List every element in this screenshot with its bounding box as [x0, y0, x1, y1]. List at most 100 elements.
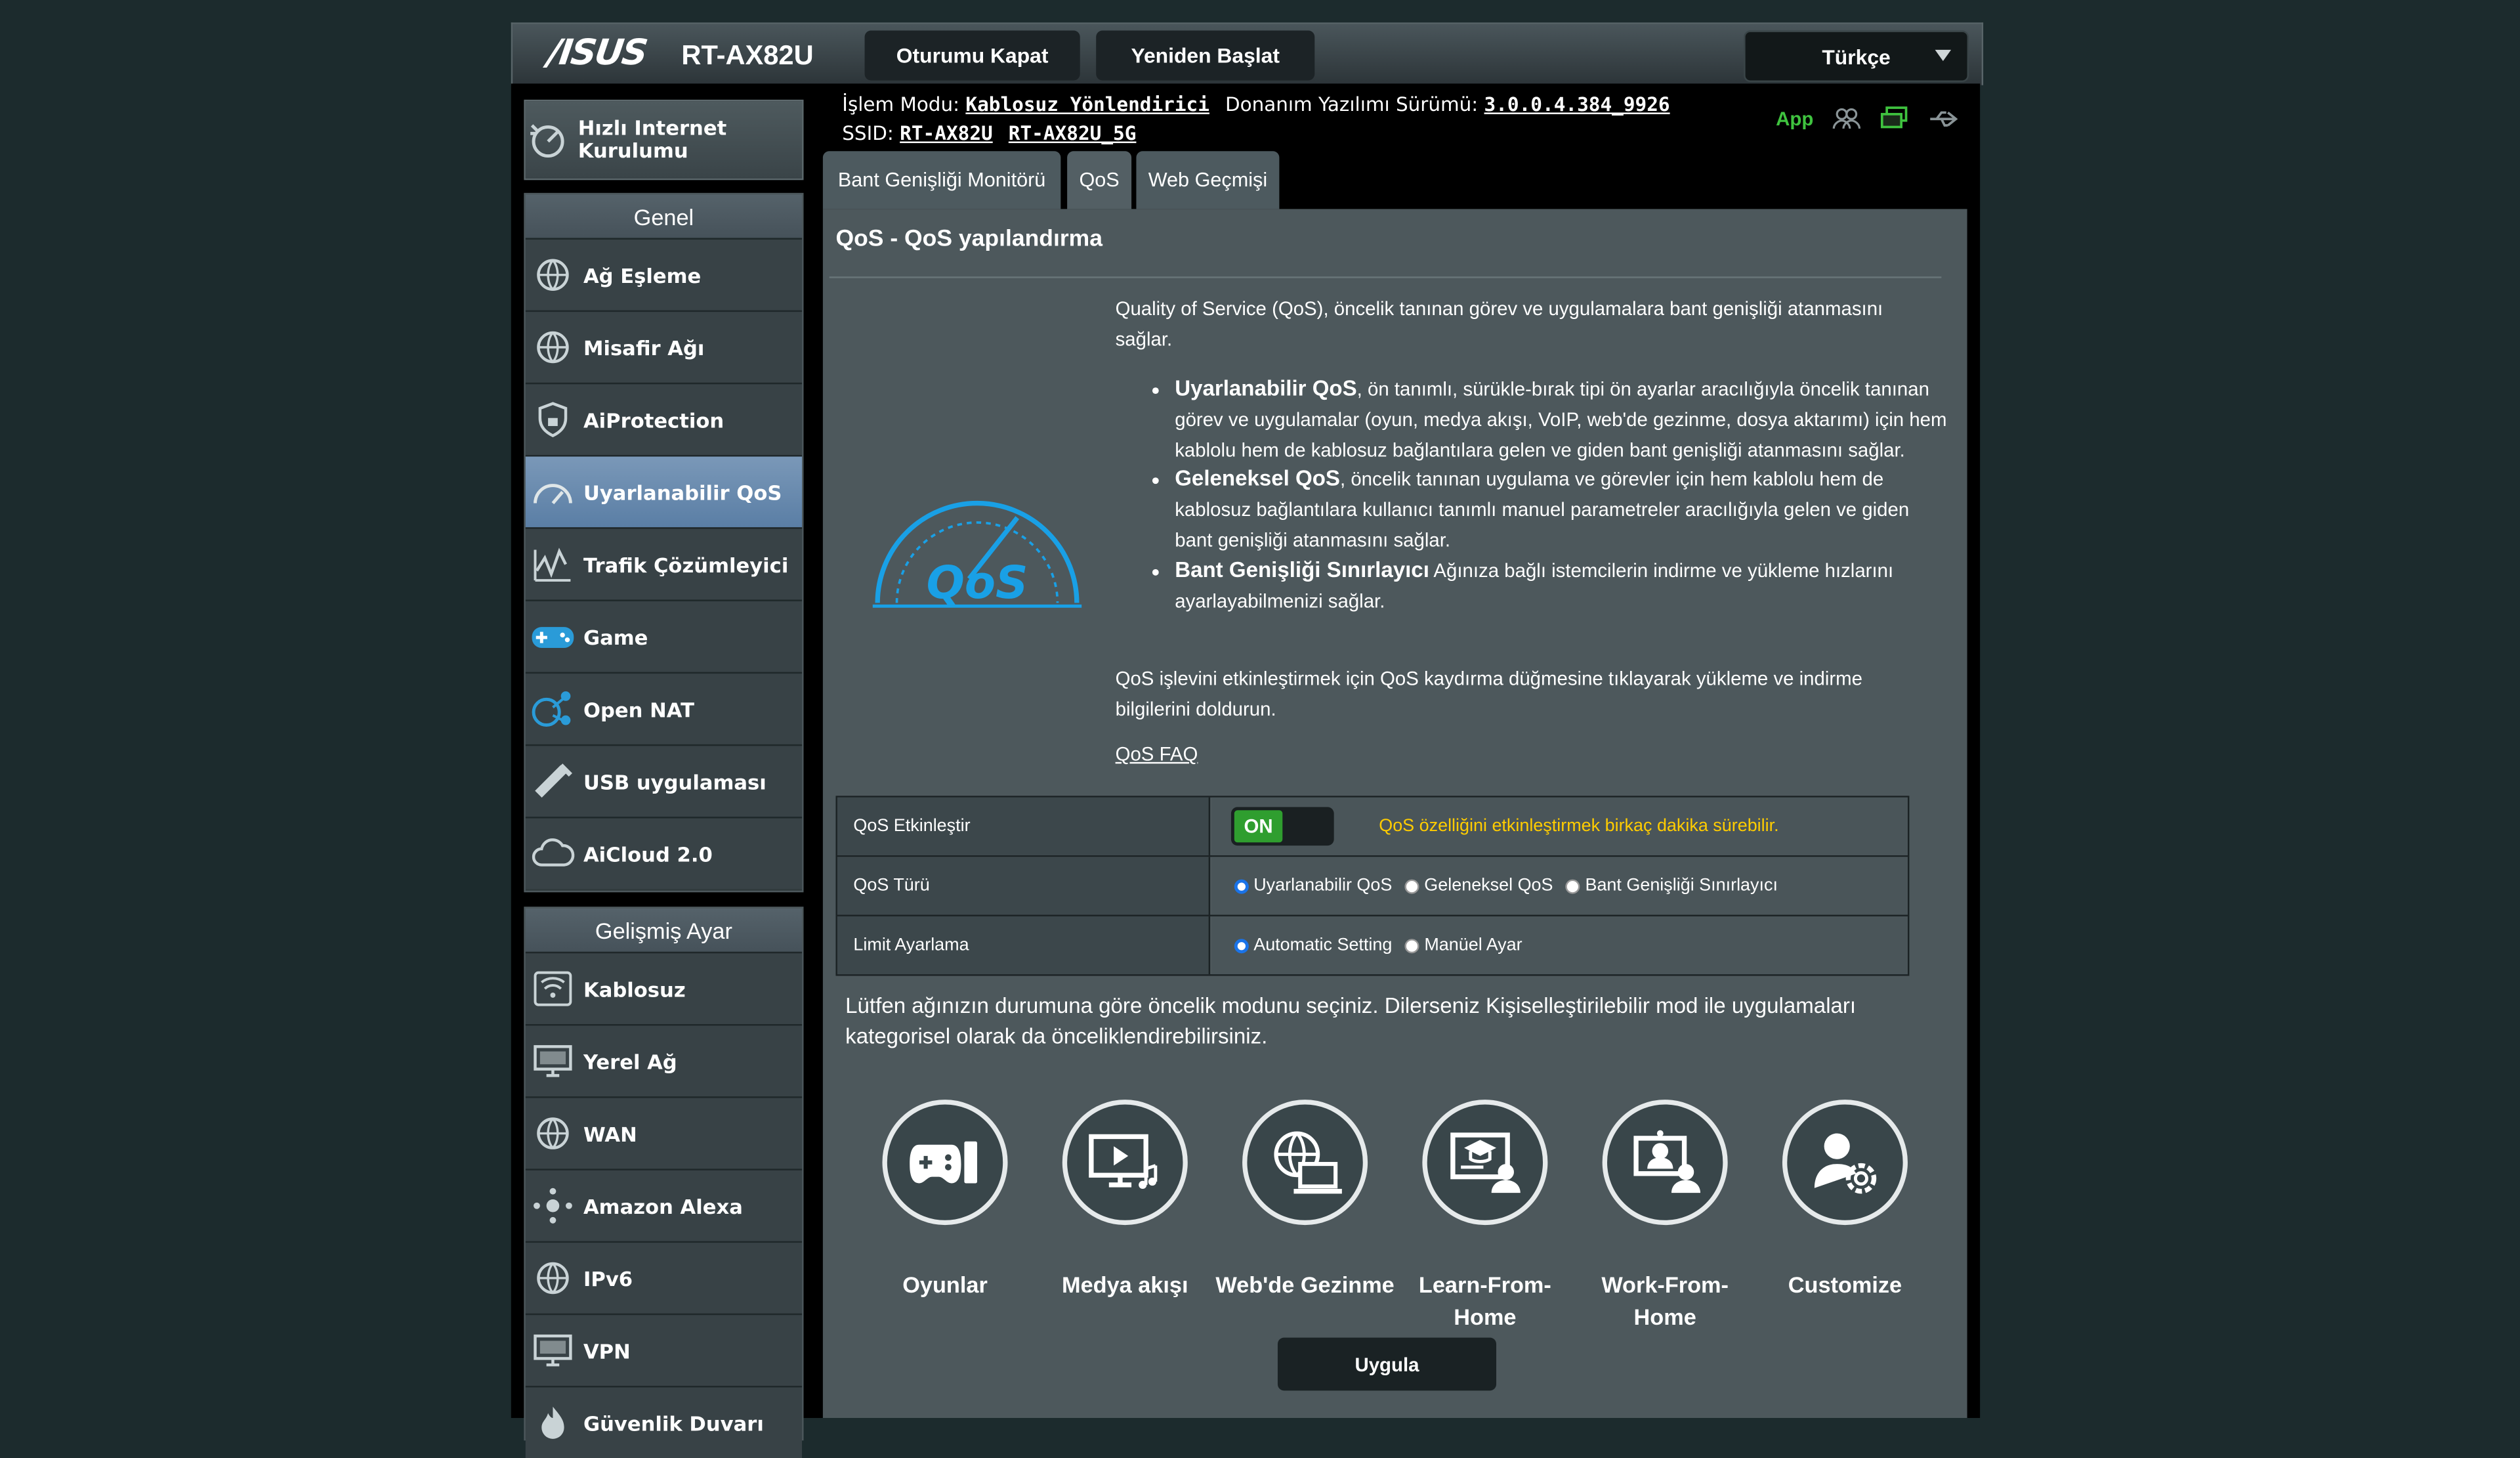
priority-mode-customize[interactable]: Customize [1755, 1100, 1935, 1300]
qos-faq-link[interactable]: QoS FAQ [1116, 742, 1198, 765]
sidebar-item[interactable]: Trafik Çözümleyici [525, 527, 803, 600]
language-select[interactable]: Türkçe [1744, 30, 1969, 82]
media-icon[interactable] [1062, 1100, 1188, 1226]
intro-text: Quality of Service (QoS), öncelik tanına… [1115, 297, 1883, 351]
priority-mode-label: Medya akışı [1062, 1272, 1188, 1298]
sidebar-item-label: Yerel Ağ [583, 1048, 677, 1073]
tab-qos[interactable]: QoS [1067, 151, 1132, 209]
top-banner: /ISUS RT-AX82U Oturumu Kapat Yeniden Baş… [511, 22, 1984, 85]
fw-link[interactable]: 3.0.0.4.384_9926 [1484, 93, 1670, 116]
sidebar-item[interactable]: VPN [525, 1313, 803, 1386]
firewall-icon [526, 1404, 580, 1442]
gamepad-icon[interactable] [882, 1100, 1008, 1226]
qos-type-label: QoS Türü [837, 857, 1211, 915]
radio-label: Manüel Ayar [1424, 935, 1522, 955]
radio-label: Bant Genişliği Sınırlayıcı [1585, 876, 1778, 896]
qos-type-name: Geleneksel QoS [1175, 467, 1341, 491]
usb-icon[interactable] [1929, 108, 1962, 127]
sidebar-item[interactable]: WAN [525, 1096, 803, 1169]
sidebar-item-label: WAN [583, 1121, 637, 1146]
radio-manual-setting[interactable]: Manüel Ayar [1404, 935, 1522, 955]
qos-type-name: Uyarlanabilir QoS [1175, 376, 1357, 400]
web-icon[interactable] [1242, 1100, 1368, 1226]
sidebar-item[interactable]: Kablosuz [525, 951, 803, 1025]
priority-mode-media[interactable]: Medya akışı [1035, 1100, 1215, 1300]
alexa-icon [526, 1186, 580, 1225]
ssid-label: SSID: [842, 122, 894, 145]
radio-label: Automatic Setting [1253, 935, 1393, 955]
monitor-icon [526, 1331, 580, 1370]
sidebar-item[interactable]: AiProtection [525, 382, 803, 456]
priority-mode-label: Customize [1788, 1272, 1902, 1298]
radio-dot [1404, 937, 1420, 953]
qos-enable-toggle[interactable]: ON [1230, 807, 1334, 846]
sidebar-item[interactable]: Güvenlik Duvarı [525, 1386, 803, 1458]
sidebar-item[interactable]: Uyarlanabilir QoS [525, 455, 803, 528]
priority-mode-web[interactable]: Web'de Gezinme [1215, 1100, 1395, 1300]
radio-dot [1234, 937, 1249, 953]
asus-logo: /ISUS [545, 33, 649, 74]
sidebar-item-label: IPv6 [583, 1266, 633, 1291]
priority-mode-gamepad[interactable]: Oyunlar [855, 1100, 1035, 1300]
priority-mode-label: Web'de Gezinme [1215, 1272, 1395, 1298]
qos-type-item: Geleneksel QoS, öncelik tanınan uygulama… [1175, 465, 1949, 556]
app-link[interactable]: App [1776, 107, 1813, 129]
quick-setup-button[interactable]: Hızlı Internet Kurulumu [524, 99, 804, 181]
priority-mode-learn[interactable]: Learn-From-Home [1395, 1100, 1575, 1333]
logout-button[interactable]: Oturumu Kapat [864, 30, 1080, 81]
qos-enable-row: QoS Etkinleştir ON QoS özelliğini etkinl… [837, 797, 1908, 857]
globe-icon [526, 255, 580, 294]
apply-button[interactable]: Uygula [1277, 1337, 1497, 1391]
priority-mode-label: Learn-From-Home [1418, 1272, 1551, 1330]
quick-setup-label: Hızlı Internet Kurulumu [578, 116, 727, 163]
sidebar-item[interactable]: Game [525, 599, 803, 672]
radio-bandwidth-limiter[interactable]: Bant Genişliği Sınırlayıcı [1566, 876, 1778, 895]
sidebar-item[interactable]: Open NAT [525, 672, 803, 744]
radio-traditional-qos[interactable]: Geleneksel QoS [1404, 876, 1553, 896]
tab-web-history[interactable]: Web Geçmişi [1136, 151, 1280, 209]
sidebar-item[interactable]: IPv6 [525, 1241, 803, 1314]
qos-enable-label: QoS Etkinleştir [837, 797, 1211, 855]
advanced-header: Gelişmiş Ayar [525, 908, 803, 952]
sidebar-item[interactable]: Ağ Eşleme [525, 238, 803, 311]
sidebar-item-label: VPN [583, 1338, 631, 1363]
radio-dot [1404, 878, 1419, 893]
sidebar-general: Genel Ağ Eşleme Misafir Ağı AiProtection Uy… [524, 192, 804, 893]
qos-type-item: Uyarlanabilir QoS, ön tanımlı, sürükle-b… [1175, 375, 1949, 465]
mode-link[interactable]: Kablosuz Yönlendirici [965, 93, 1209, 116]
radio-dot [1566, 878, 1581, 893]
priority-mode-work[interactable]: Work-From-Home [1575, 1100, 1755, 1333]
network-status-icon[interactable] [1881, 106, 1910, 131]
sidebar-item-label: USB uygulaması [583, 769, 766, 794]
qos-logo-text: QoS [927, 557, 1028, 609]
ssid-link-24[interactable]: RT-AX82U [900, 122, 993, 144]
radio-label: Geleneksel QoS [1424, 876, 1553, 896]
globe-icon [526, 328, 580, 367]
sidebar-item[interactable]: Amazon Alexa [525, 1169, 803, 1241]
reboot-button[interactable]: Yeniden Başlat [1096, 30, 1315, 81]
wifi-icon [526, 970, 580, 1008]
limit-row: Limit Ayarlama Automatic Setting Manüel … [837, 916, 1908, 975]
radio-adaptive-qos[interactable]: Uyarlanabilir QoS [1234, 876, 1392, 895]
customize-icon[interactable] [1782, 1100, 1908, 1226]
general-header: Genel [525, 194, 803, 238]
work-icon[interactable] [1602, 1100, 1728, 1226]
sidebar-item-label: Uyarlanabilir QoS [583, 480, 782, 504]
sidebar-item[interactable]: Yerel Ağ [525, 1024, 803, 1097]
qos-type-list: Uyarlanabilir QoS, ön tanımlı, sürükle-b… [1144, 375, 1950, 616]
radio-automatic-setting[interactable]: Automatic Setting [1234, 935, 1393, 955]
sidebar-item[interactable]: AiCloud 2.0 [525, 817, 803, 890]
tab-bandwidth-monitor[interactable]: Bant Genişliği Monitörü [822, 151, 1061, 209]
ssid-link-5g[interactable]: RT-AX82U_5G [1009, 122, 1137, 144]
sidebar-item[interactable]: USB uygulaması [525, 744, 803, 817]
clients-icon[interactable] [1833, 107, 1862, 129]
enable-warning: QoS özelliğini etkinleştirmek birkaç dak… [1379, 817, 1779, 836]
mode-label: İşlem Modu: [842, 93, 960, 116]
learn-icon[interactable] [1422, 1100, 1548, 1226]
sidebar-item[interactable]: Misafir Ağı [525, 310, 803, 383]
globe-icon [526, 1114, 580, 1153]
title-divider [829, 276, 1942, 278]
ssid-row: SSID: RT-AX82U RT-AX82U_5G [842, 122, 1146, 144]
sidebar-item-label: Game [583, 624, 648, 649]
gauge-icon [526, 119, 572, 161]
